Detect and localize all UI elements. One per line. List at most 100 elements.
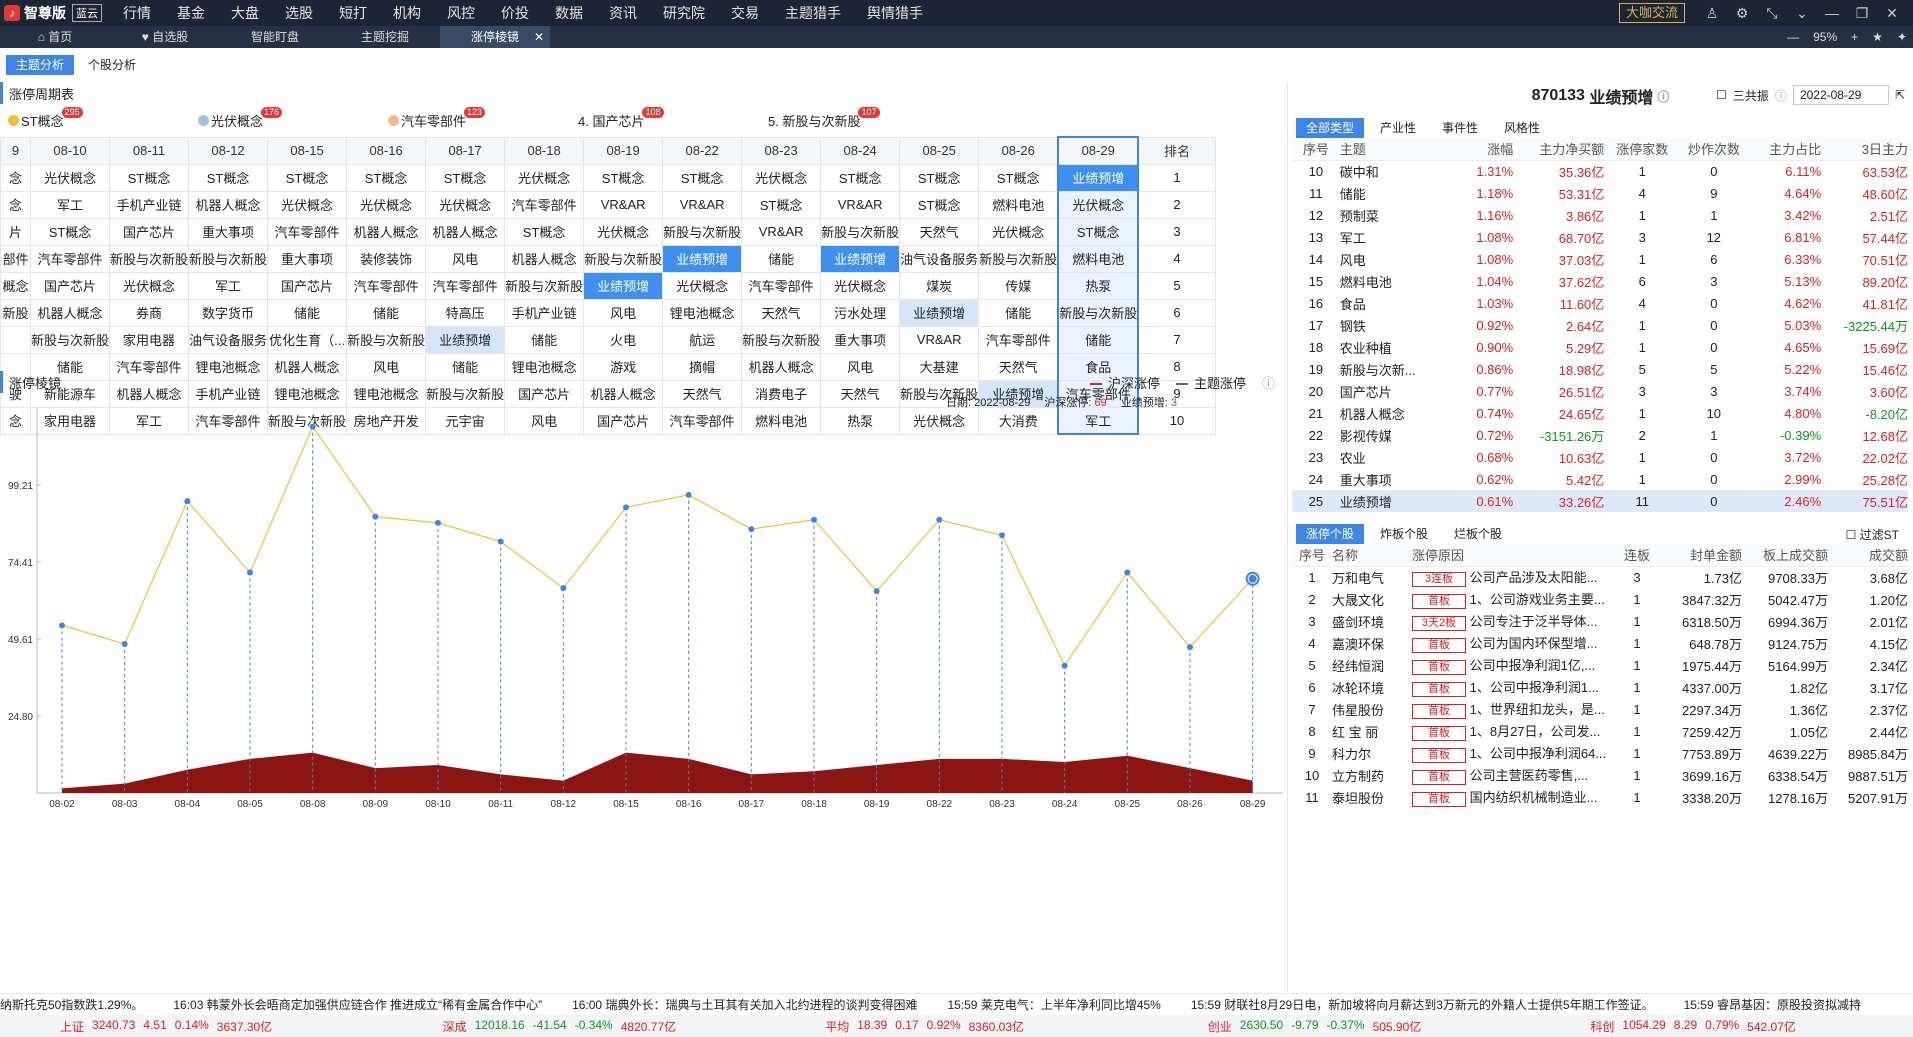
- theme-tag-0[interactable]: ST概念 295: [0, 106, 190, 130]
- cycle-cell[interactable]: 国产芯片: [267, 271, 348, 300]
- cycle-cell[interactable]: 储能: [504, 325, 585, 354]
- cycle-cell[interactable]: 储能: [741, 244, 822, 273]
- theme-row[interactable]: 14 风电 1.08% 37.03亿 1 6 6.33% 70.51亿: [1292, 248, 1908, 270]
- cycle-cell[interactable]: 重大事项: [188, 217, 269, 246]
- stock-tab-2[interactable]: 烂板个股: [1444, 524, 1512, 544]
- stock-row[interactable]: 9 科力尔 首板 1、公司中报净利润64... 1 7753.89万 4639.22万 89…: [1292, 742, 1908, 764]
- cycle-cell[interactable]: 券商: [109, 298, 190, 327]
- date-header[interactable]: 08-18: [504, 136, 585, 165]
- cycle-cell[interactable]: 军工: [188, 271, 269, 300]
- cycle-cell[interactable]: ST概念: [662, 163, 743, 192]
- cycle-cell[interactable]: ST概念: [188, 163, 269, 192]
- theme-row[interactable]: 10 碳中和 1.31% 35.36亿 1 0 6.11% 63.53亿: [1292, 160, 1908, 182]
- date-header[interactable]: 08-25: [899, 136, 980, 165]
- date-header[interactable]: 08-11: [109, 136, 190, 165]
- date-header[interactable]: 08-17: [425, 136, 506, 165]
- theme-row[interactable]: 11 储能 1.18% 53.31亿 4 9 4.64% 48.60亿: [1292, 182, 1908, 204]
- stock-name[interactable]: 盛剑环境: [1332, 610, 1412, 632]
- stock-row[interactable]: 10 立方制药 首板 公司主营医药零售,... 1 3699.16万 6338.54万 98…: [1292, 764, 1908, 786]
- date-header[interactable]: 08-10: [29, 136, 111, 165]
- stock-col-header[interactable]: 连板: [1612, 544, 1662, 567]
- theme-col-header[interactable]: 主力占比: [1747, 138, 1822, 161]
- cycle-cell[interactable]: 汽车零部件: [267, 217, 348, 246]
- menu-item-4[interactable]: 短打: [326, 0, 380, 26]
- cycle-cell[interactable]: 片: [0, 217, 31, 246]
- menu-item-0[interactable]: 行情: [110, 0, 164, 26]
- cycle-cell[interactable]: 航运: [662, 325, 743, 354]
- cycle-cell[interactable]: [0, 325, 31, 354]
- star-icon[interactable]: ★: [1872, 30, 1883, 44]
- theme-row[interactable]: 23 农业 0.68% 10.63亿 1 0 3.72% 22.02亿: [1292, 446, 1908, 468]
- menu-item-12[interactable]: 主题猎手: [772, 0, 854, 26]
- app-logo[interactable]: ♪ 智尊版 蓝云: [0, 0, 110, 26]
- cycle-cell[interactable]: 手机产业链: [504, 298, 585, 327]
- cycle-cell[interactable]: 汽车零部件: [425, 271, 506, 300]
- cycle-cell[interactable]: 重大事项: [820, 325, 901, 354]
- index-item[interactable]: 创业 2630.50 -9.79 -0.37% 505.90亿: [1208, 1018, 1531, 1035]
- cycle-cell[interactable]: 特高压: [425, 298, 506, 327]
- legend-theme[interactable]: 主题涨停: [1175, 373, 1246, 392]
- news-item[interactable]: 纳斯托克50指数跌1.29%。: [0, 996, 143, 1013]
- stock-name[interactable]: 科力尔: [1332, 742, 1412, 764]
- news-item[interactable]: 16:00 瑞典外长：瑞典与土耳其有关加入北约进程的谈判变得困难: [572, 996, 917, 1013]
- cycle-cell[interactable]: ST概念: [899, 190, 980, 219]
- cycle-cell[interactable]: ST概念: [109, 163, 190, 192]
- theme-row[interactable]: 13 军工 1.08% 68.70亿 3 12 6.81% 57.44亿: [1292, 226, 1908, 248]
- theme-row[interactable]: 16 食品 1.03% 11.60亿 4 0 4.62% 41.81亿: [1292, 292, 1908, 314]
- cycle-cell[interactable]: 新股与次新股: [741, 325, 822, 354]
- cycle-cell[interactable]: 风电: [583, 298, 664, 327]
- stock-name[interactable]: 大晟文化: [1332, 588, 1412, 610]
- stock-row[interactable]: 6 冰轮环境 首板 1、公司中报净利润1... 1 4337.00万 1.82亿 3.17亿: [1292, 676, 1908, 698]
- stock-row[interactable]: 11 泰坦股份 首板 国内纺织机械制造业... 1 3338.20万 1278.16万 52…: [1292, 786, 1908, 808]
- stock-row[interactable]: 5 经纬恒润 首板 公司中报净利润1亿,... 1 1975.44万 5164.99万 2.…: [1292, 654, 1908, 676]
- news-item[interactable]: 15:59 莱克电气：上半年净利同比增45%: [947, 996, 1160, 1013]
- theme-tab-3[interactable]: 风格性: [1494, 118, 1550, 138]
- cycle-cell[interactable]: 概念: [0, 271, 31, 300]
- cycle-cell[interactable]: 光伏概念: [978, 217, 1059, 246]
- date-header[interactable]: 08-22: [662, 136, 743, 165]
- cycle-cell[interactable]: 新股: [0, 298, 31, 327]
- cycle-cell[interactable]: 汽车零部件: [29, 244, 111, 273]
- tab-limit-up-prism[interactable]: 涨停棱镜 ✕: [440, 26, 550, 48]
- three-resonance-checkbox[interactable]: ☐: [1716, 88, 1727, 102]
- stock-col-header[interactable]: 封单金额: [1662, 544, 1742, 567]
- cycle-cell[interactable]: 光伏概念: [504, 163, 585, 192]
- cycle-cell[interactable]: 光伏概念: [346, 190, 427, 219]
- tab-smart-monitor[interactable]: 智能盯盘: [220, 26, 330, 48]
- zoom-in-icon[interactable]: +: [1851, 30, 1858, 44]
- date-header[interactable]: 08-16: [346, 136, 427, 165]
- cycle-cell[interactable]: 国产芯片: [29, 271, 111, 300]
- theme-tab-1[interactable]: 产业性: [1370, 118, 1426, 138]
- three-help-icon[interactable]: ⓘ: [1775, 87, 1787, 104]
- date-header[interactable]: 08-19: [583, 136, 664, 165]
- theme-row[interactable]: 25 业绩预增 0.61% 33.26亿 11 0 2.46% 75.51亿: [1292, 490, 1908, 512]
- cycle-cell[interactable]: 光伏概念: [662, 271, 743, 300]
- minimize-icon[interactable]: —: [1817, 5, 1847, 21]
- stock-name[interactable]: 立方制药: [1332, 764, 1412, 786]
- stock-tab-0[interactable]: 涨停个股: [1296, 524, 1365, 544]
- theme-row[interactable]: 12 预制菜 1.16% 3.86亿 1 1 3.42% 2.51亿: [1292, 204, 1908, 226]
- cycle-cell[interactable]: ST概念: [741, 190, 822, 219]
- index-item[interactable]: 深成 12018.16 -41.54 -0.34% 4820.77亿: [443, 1018, 766, 1035]
- tab-theme-mining[interactable]: 主题挖掘: [330, 26, 440, 48]
- cycle-cell[interactable]: 优化生育（...: [267, 325, 348, 354]
- cycle-cell[interactable]: 油气设备服务: [188, 325, 269, 354]
- stock-name[interactable]: 经纬恒润: [1332, 654, 1412, 676]
- cycle-cell[interactable]: 油气设备服务: [899, 244, 980, 273]
- mirror-chart[interactable]: 24.80 49.61 74.41 99.21 08-02 08-03 08-04 08-05…: [0, 408, 1287, 988]
- stock-col-header[interactable]: 名称: [1332, 544, 1412, 567]
- chevron-down-icon[interactable]: ⌄: [1787, 5, 1817, 22]
- stock-name[interactable]: 泰坦股份: [1332, 786, 1412, 808]
- cycle-cell[interactable]: 部件: [0, 244, 31, 273]
- cycle-cell[interactable]: ST概念: [504, 217, 585, 246]
- legend-market[interactable]: 沪深涨停: [1089, 373, 1160, 392]
- cycle-cell[interactable]: 新股与次新股: [820, 217, 901, 246]
- cycle-cell[interactable]: 家用电器: [109, 325, 190, 354]
- cycle-cell[interactable]: 锂电池概念: [662, 298, 743, 327]
- stock-row[interactable]: 8 红 宝 丽首板 1、8月27日，公司发... 1 7259.42万 1.05亿 2.4…: [1292, 720, 1908, 742]
- settings-icon[interactable]: ⚙: [1727, 5, 1757, 22]
- cycle-cell[interactable]: ST概念: [425, 163, 506, 192]
- cycle-cell[interactable]: ST概念: [346, 163, 427, 192]
- cycle-cell[interactable]: VR&AR: [820, 190, 901, 219]
- shrink-icon[interactable]: ⤡: [1757, 5, 1787, 22]
